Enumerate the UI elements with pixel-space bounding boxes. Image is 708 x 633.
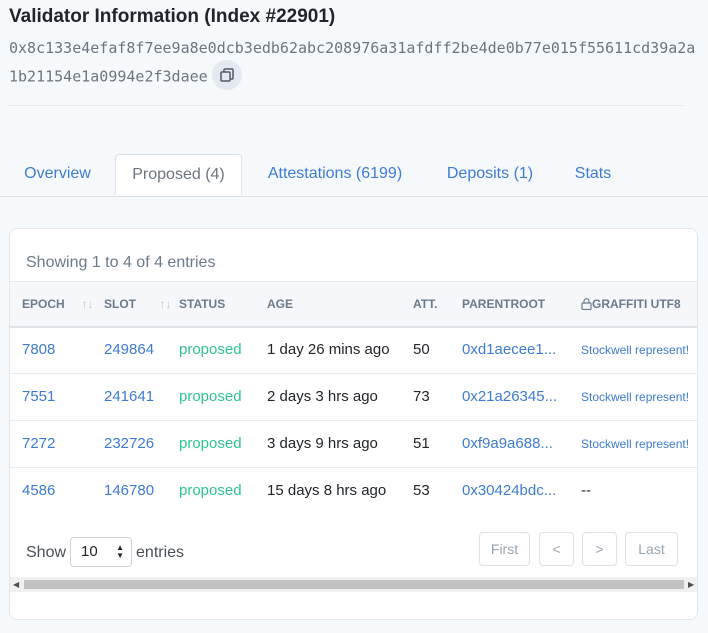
page-size-select[interactable]: 10 ▲ ▼ [70,537,133,567]
proposed-blocks-card: Showing 1 to 4 of 4 entries EPOCH ↑↓ SLO… [9,228,698,620]
age-cell: 3 days 9 hrs ago [267,435,378,452]
parentroot-link[interactable]: 0x30424bdc... [462,468,556,514]
epoch-link[interactable]: 7551 [22,374,55,420]
age-cell: 1 day 26 mins ago [267,341,390,358]
horizontal-scrollbar[interactable]: ◀ ▶ [10,577,697,592]
graffiti-cell: Stockwell represent! [581,390,690,404]
tab-overview[interactable]: Overview [0,154,115,195]
column-header-age[interactable]: AGE [267,282,293,326]
att-cell: 73 [413,388,430,405]
table-info: Showing 1 to 4 of 4 entries [26,254,216,271]
graffiti-cell: Stockwell represent! [581,437,690,451]
scrollbar-thumb[interactable] [24,580,684,589]
column-header-status[interactable]: STATUS [179,282,225,326]
age-cell: 15 days 8 hrs ago [267,482,387,499]
lock-icon [581,298,592,311]
scroll-right-icon[interactable]: ▶ [688,577,694,592]
pagination-last-button[interactable]: Last [625,532,678,566]
pagination-prev-button[interactable]: < [539,532,574,566]
status-badge: proposed [179,388,242,405]
slot-link[interactable]: 146780 [104,468,154,514]
status-badge: proposed [179,435,242,452]
table-row: 4586 146780 proposed 15 days 8 hrs ago 5… [10,468,697,514]
pagination-next-button[interactable]: > [582,532,617,566]
slot-link[interactable]: 249864 [104,327,154,373]
header-divider [9,105,683,106]
sort-icon: ↑↓ [81,297,94,311]
parentroot-link[interactable]: 0x21a26345... [462,374,557,420]
slot-link[interactable]: 232726 [104,421,154,467]
length-menu-suffix: entries [136,544,185,561]
status-badge: proposed [179,341,242,358]
select-caret-icon: ▲ ▼ [116,543,125,560]
scroll-left-icon[interactable]: ◀ [13,577,19,592]
graffiti-cell: Stockwell represent! [581,343,690,357]
epoch-link[interactable]: 4586 [22,468,55,514]
table-row: 7808 249864 proposed 1 day 26 mins ago 5… [10,327,697,374]
graffiti-cell: -- [581,482,591,499]
column-header-att[interactable]: ATT. [413,282,437,326]
page-title: Validator Information (Index #22901) [9,6,336,27]
validator-page: Validator Information (Index #22901) 0x8… [0,0,708,633]
length-menu: Show 10 ▲ ▼ entries [26,537,184,569]
epoch-link[interactable]: 7808 [22,327,55,373]
tab-proposed[interactable]: Proposed (4) [115,154,242,195]
epoch-link[interactable]: 7272 [22,421,55,467]
column-header-graffiti[interactable]: GRAFFITI UTF8 [581,282,681,326]
column-header-slot[interactable]: SLOT ↑↓ [104,282,171,326]
parentroot-link[interactable]: 0xf9a9a688... [462,421,553,467]
table-header: EPOCH ↑↓ SLOT ↑↓ STATUS AGE ATT. PARENTR… [10,281,697,328]
column-header-epoch[interactable]: EPOCH ↑↓ [22,282,93,326]
tab-bar: Overview Proposed (4) Attestations (6199… [0,154,708,197]
att-cell: 51 [413,435,430,452]
validator-address: 0x8c133e4efaf8f7ee9a8e0dcb3edb62abc20897… [9,34,699,92]
copy-button[interactable] [211,60,242,90]
att-cell: 50 [413,341,430,358]
tab-attestations[interactable]: Attestations (6199) [246,154,424,195]
length-menu-prefix: Show [26,544,67,561]
copy-icon [219,68,234,82]
column-header-parentroot[interactable]: PARENTROOT [462,282,545,326]
validator-pubkey: 0x8c133e4efaf8f7ee9a8e0dcb3edb62abc20897… [9,39,696,86]
sort-icon: ↑↓ [159,297,172,311]
pagination-first-button[interactable]: First [479,532,530,566]
tab-deposits[interactable]: Deposits (1) [426,154,554,195]
age-cell: 2 days 3 hrs ago [267,388,378,405]
att-cell: 53 [413,482,430,499]
status-badge: proposed [179,482,242,499]
table-row: 7272 232726 proposed 3 days 9 hrs ago 51… [10,421,697,468]
slot-link[interactable]: 241641 [104,374,154,420]
table-row: 7551 241641 proposed 2 days 3 hrs ago 73… [10,374,697,421]
parentroot-link[interactable]: 0xd1aecee1... [462,327,556,373]
page-size-value: 10 [81,543,98,560]
tab-stats[interactable]: Stats [556,154,630,195]
